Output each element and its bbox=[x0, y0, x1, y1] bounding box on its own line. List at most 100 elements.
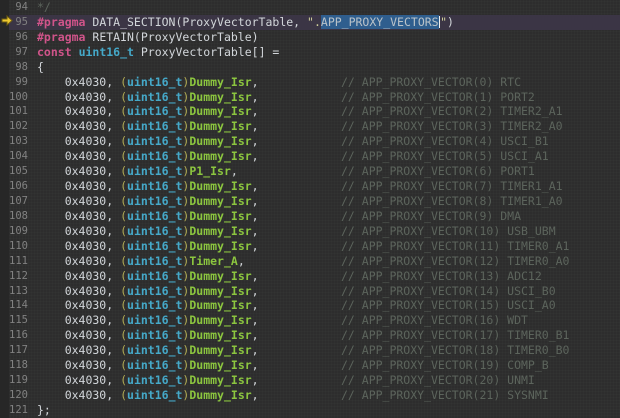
line-number[interactable]: 119 bbox=[9, 373, 28, 388]
code-token: , bbox=[251, 387, 259, 402]
line-comment: // APP_PROXY_VECTOR(10) USB_UBM bbox=[341, 223, 556, 238]
code-line[interactable]: 107 0x4030, (uint16_t)Dummy_Isr, // APP_P… bbox=[0, 194, 620, 209]
code-token: Dummy_Isr bbox=[189, 193, 252, 208]
code-text: 0x4030, (uint16_t)Dummy_Isr, bbox=[37, 358, 259, 373]
code-token: ( bbox=[120, 387, 128, 402]
code-line[interactable]: 113 0x4030, (uint16_t)Dummy_Isr, // APP_P… bbox=[0, 284, 620, 299]
code-line[interactable]: 104 0x4030, (uint16_t)Dummy_Isr, // APP_P… bbox=[0, 149, 620, 164]
line-number[interactable]: 111 bbox=[9, 254, 28, 269]
code-token: uint16_t bbox=[127, 74, 183, 89]
code-token: 0x4030, bbox=[37, 343, 121, 358]
line-number[interactable]: 117 bbox=[9, 343, 28, 358]
line-number[interactable]: 99 bbox=[9, 75, 28, 90]
code-line[interactable]: 117 0x4030, (uint16_t)Dummy_Isr, // APP_P… bbox=[0, 343, 620, 358]
line-number[interactable]: 105 bbox=[9, 164, 28, 179]
code-token: Dummy_Isr bbox=[189, 208, 252, 223]
code-line[interactable]: 109 0x4030, (uint16_t)Dummy_Isr, // APP_P… bbox=[0, 224, 620, 239]
code-line[interactable]: 112 0x4030, (uint16_t)Dummy_Isr, // APP_P… bbox=[0, 269, 620, 284]
code-line[interactable]: 100 0x4030, (uint16_t)Dummy_Isr, // APP_P… bbox=[0, 90, 620, 105]
code-line[interactable]: 97 const uint16_t ProxyVectorTable[] = bbox=[0, 45, 620, 60]
code-token: 0x4030, bbox=[37, 298, 121, 313]
line-number[interactable]: 108 bbox=[9, 209, 28, 224]
code-text: }; bbox=[37, 403, 51, 418]
code-line[interactable]: 96 #pragma RETAIN(ProxyVectorTable) bbox=[0, 30, 620, 45]
line-number[interactable]: 120 bbox=[9, 388, 28, 403]
code-token: 0x4030, bbox=[37, 149, 121, 164]
line-comment: // APP_PROXY_VECTOR(2) TIMER2_A1 bbox=[341, 104, 563, 119]
line-number[interactable]: 109 bbox=[9, 224, 28, 239]
code-line[interactable]: 121}; bbox=[0, 403, 620, 418]
line-comment: // APP_PROXY_VECTOR(9) DMA bbox=[341, 208, 522, 223]
code-token: ) bbox=[447, 14, 454, 29]
code-line[interactable]: 102 0x4030, (uint16_t)Dummy_Isr, // APP_P… bbox=[0, 119, 620, 134]
line-number[interactable]: 118 bbox=[9, 358, 28, 373]
code-line[interactable]: 120 0x4030, (uint16_t)Dummy_Isr, // APP_P… bbox=[0, 388, 620, 403]
code-line[interactable]: 103 0x4030, (uint16_t)Dummy_Isr, // APP_P… bbox=[0, 134, 620, 149]
line-number[interactable]: 116 bbox=[9, 328, 28, 343]
instruction-pointer-arrow-icon[interactable] bbox=[1, 14, 13, 26]
line-number[interactable]: 104 bbox=[9, 149, 28, 164]
code-line[interactable]: 116 0x4030, (uint16_t)Dummy_Isr, // APP_P… bbox=[0, 328, 620, 343]
line-number[interactable]: 103 bbox=[9, 134, 28, 149]
line-number[interactable]: 102 bbox=[9, 119, 28, 134]
code-token: ( bbox=[120, 283, 128, 298]
code-text: #pragma RETAIN(ProxyVectorTable) bbox=[37, 30, 259, 45]
code-line-current[interactable]: 95 #pragma DATA_SECTION(ProxyVectorTable,… bbox=[0, 14, 620, 30]
line-number[interactable]: 106 bbox=[9, 179, 28, 194]
line-number[interactable]: 98 bbox=[9, 60, 28, 75]
code-token: uint16_t bbox=[127, 223, 183, 238]
code-line[interactable]: 108 0x4030, (uint16_t)Dummy_Isr, // APP_P… bbox=[0, 209, 620, 224]
code-token: 0x4030, bbox=[37, 358, 121, 373]
code-token: uint16_t bbox=[127, 179, 183, 194]
marker-bar[interactable] bbox=[0, 0, 9, 418]
code-line[interactable]: 111 0x4030, (uint16_t)Timer_A, // APP_PRO… bbox=[0, 254, 620, 269]
code-line[interactable]: 101 0x4030, (uint16_t)Dummy_Isr, // APP_P… bbox=[0, 104, 620, 119]
code-editor[interactable]: 94 */95 #pragma DATA_SECTION(ProxyVectorTa… bbox=[0, 0, 620, 418]
line-number[interactable]: 100 bbox=[9, 90, 28, 105]
code-token: uint16_t bbox=[127, 149, 183, 164]
code-token: ( bbox=[120, 74, 128, 89]
code-token: ". bbox=[307, 14, 321, 29]
code-token: Dummy_Isr bbox=[189, 134, 252, 149]
code-token: uint16_t bbox=[127, 313, 183, 328]
code-line[interactable]: 106 0x4030, (uint16_t)Dummy_Isr, // APP_P… bbox=[0, 179, 620, 194]
code-token: ( bbox=[120, 149, 128, 164]
code-token: uint16_t bbox=[127, 208, 183, 223]
code-line[interactable]: 110 0x4030, (uint16_t)Dummy_Isr, // APP_P… bbox=[0, 239, 620, 254]
code-line[interactable]: 115 0x4030, (uint16_t)Dummy_Isr, // APP_P… bbox=[0, 313, 620, 328]
line-number[interactable]: 96 bbox=[9, 30, 28, 45]
code-line[interactable]: 118 0x4030, (uint16_t)Dummy_Isr, // APP_P… bbox=[0, 358, 620, 373]
line-comment: // APP_PROXY_VECTOR(3) TIMER2_A0 bbox=[341, 119, 563, 134]
code-text: */ bbox=[37, 0, 51, 15]
line-number[interactable]: 112 bbox=[9, 269, 28, 284]
code-token: ( bbox=[120, 373, 128, 388]
code-token: Dummy_Isr bbox=[189, 149, 252, 164]
code-token: , bbox=[251, 193, 259, 208]
line-number[interactable]: 115 bbox=[9, 313, 28, 328]
code-token: ( bbox=[120, 268, 128, 283]
code-token: RETAIN(ProxyVectorTable) bbox=[85, 29, 259, 44]
code-token: uint16_t bbox=[127, 119, 183, 134]
line-number[interactable]: 101 bbox=[9, 104, 28, 119]
code-token: ( bbox=[120, 134, 128, 149]
code-line[interactable]: 94 */ bbox=[0, 0, 620, 15]
line-number[interactable]: 114 bbox=[9, 298, 28, 313]
line-number[interactable]: 94 bbox=[9, 0, 28, 15]
code-token: , bbox=[251, 119, 259, 134]
code-area[interactable]: 94 */95 #pragma DATA_SECTION(ProxyVectorTa… bbox=[0, 0, 620, 418]
code-line[interactable]: 98 { bbox=[0, 60, 620, 75]
code-line[interactable]: 99 0x4030, (uint16_t)Dummy_Isr, // APP_PR… bbox=[0, 75, 620, 90]
code-text: 0x4030, (uint16_t)Dummy_Isr, bbox=[37, 343, 259, 358]
line-number[interactable]: 113 bbox=[9, 284, 28, 299]
line-number[interactable]: 121 bbox=[9, 403, 28, 418]
code-text: 0x4030, (uint16_t)Dummy_Isr, bbox=[37, 388, 259, 403]
line-number[interactable]: 107 bbox=[9, 194, 28, 209]
code-line[interactable]: 119 0x4030, (uint16_t)Dummy_Isr, // APP_P… bbox=[0, 373, 620, 388]
code-token: 0x4030, bbox=[37, 89, 121, 104]
line-number[interactable]: 97 bbox=[9, 45, 28, 60]
code-token: Dummy_Isr bbox=[189, 223, 252, 238]
code-text: const uint16_t ProxyVectorTable[] = bbox=[37, 45, 279, 60]
code-line[interactable]: 105 0x4030, (uint16_t)P1_Isr, // APP_PROX… bbox=[0, 164, 620, 179]
line-number[interactable]: 110 bbox=[9, 239, 28, 254]
code-line[interactable]: 114 0x4030, (uint16_t)Dummy_Isr, // APP_P… bbox=[0, 298, 620, 313]
